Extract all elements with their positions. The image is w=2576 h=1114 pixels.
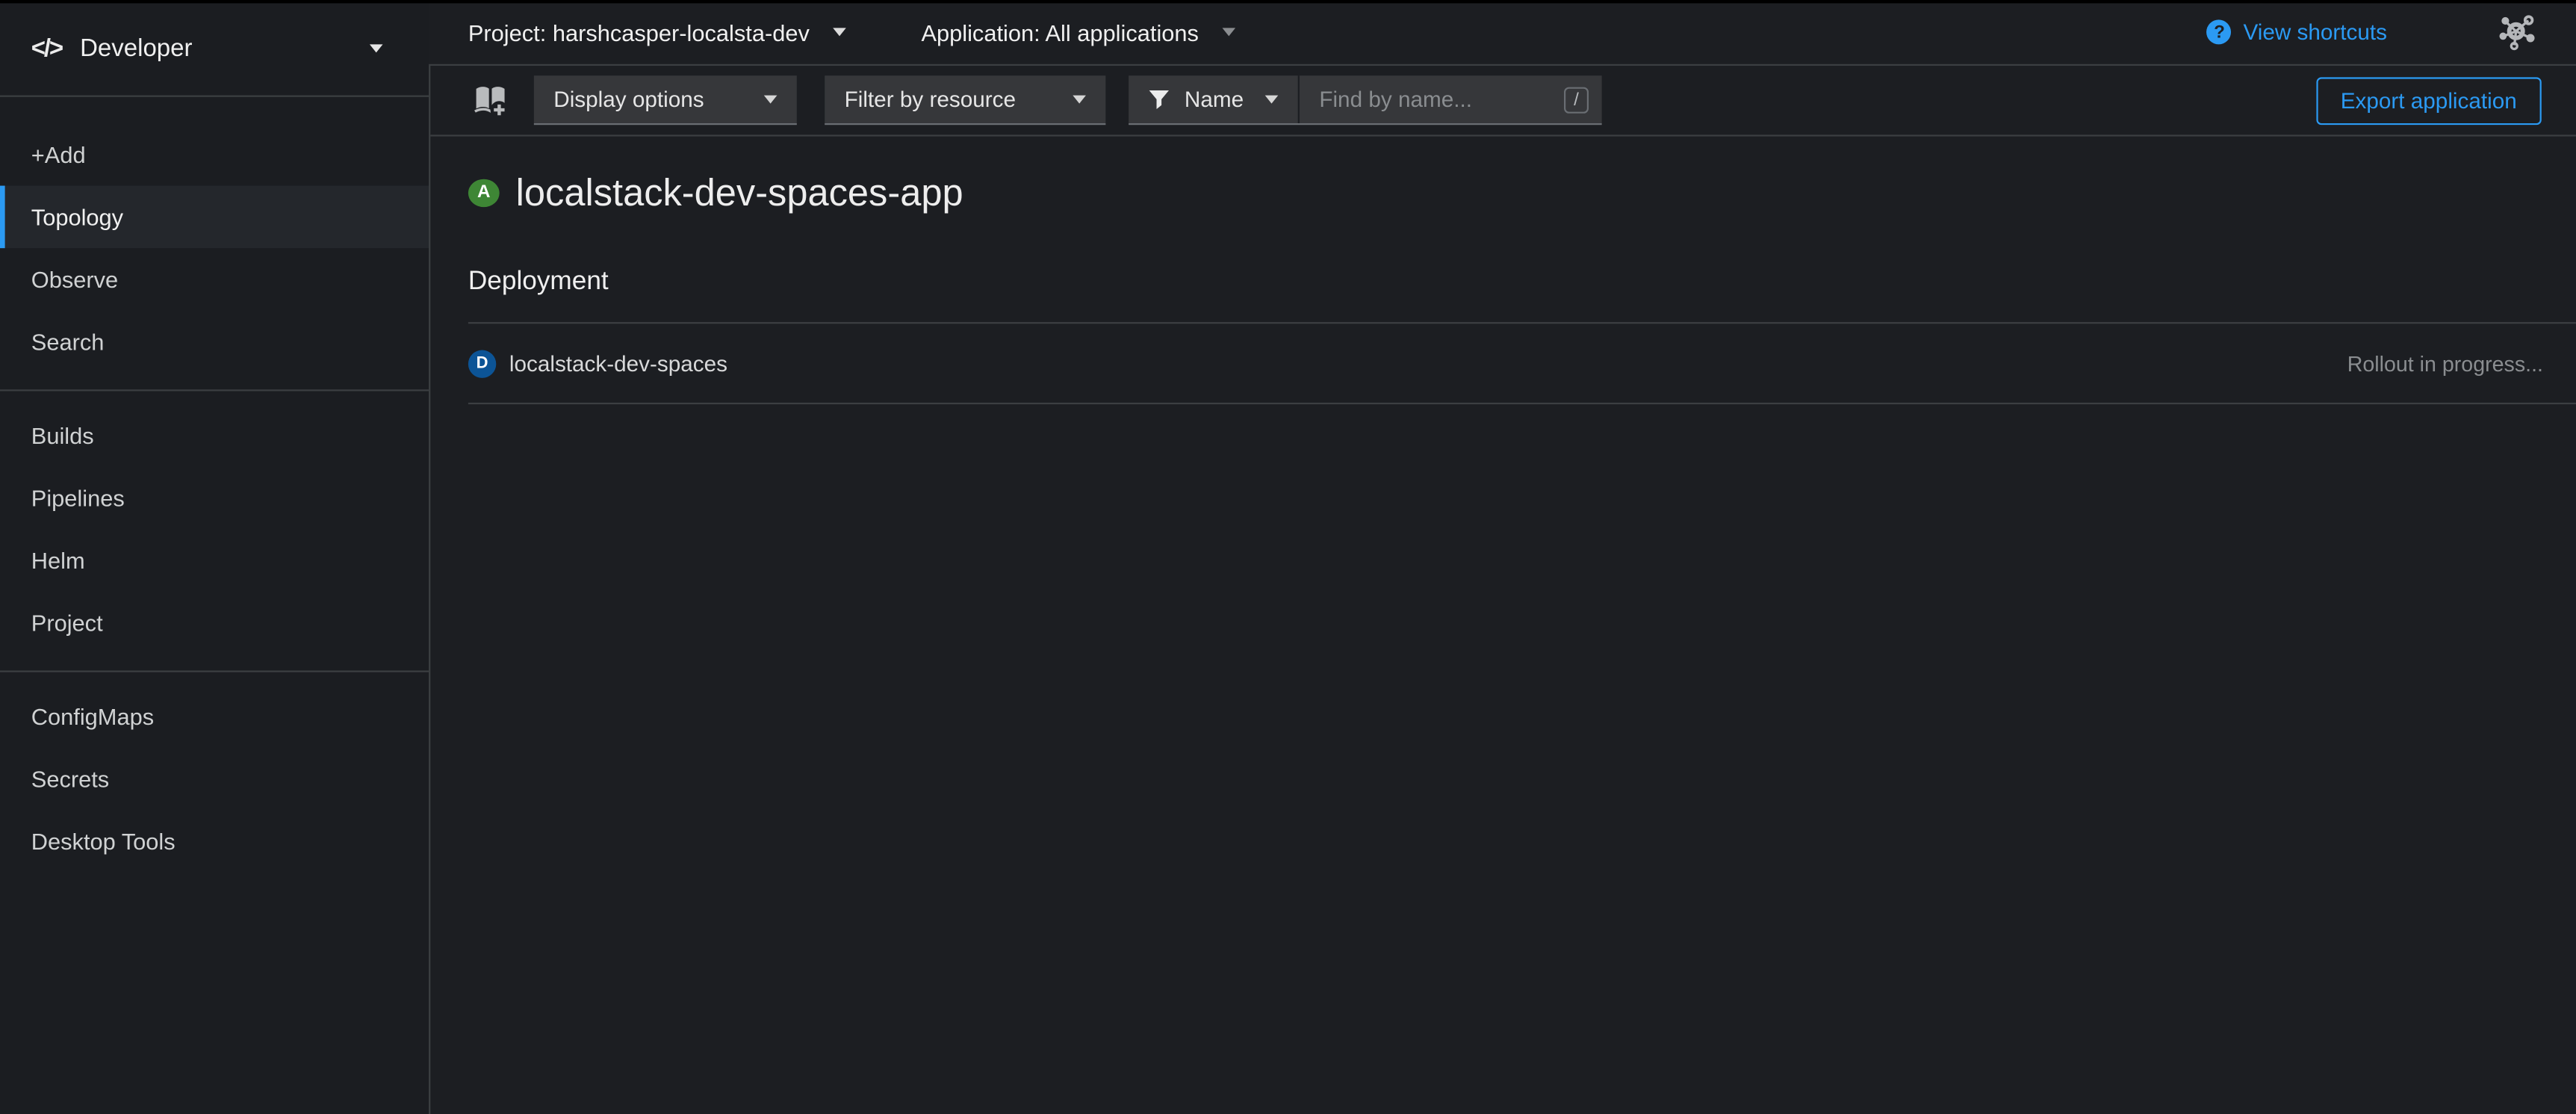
caret-down-icon (764, 96, 778, 104)
sidebar-item-configmaps[interactable]: ConfigMaps (0, 685, 429, 748)
resource-section-heading: Deployment (468, 268, 2576, 298)
sidebar: </> Developer +Add Topology Observe Sear… (0, 0, 429, 1114)
resource-status-text: Rollout in progress... (2347, 351, 2543, 376)
caret-down-icon (1265, 96, 1279, 104)
sidebar-item-desktop-tools[interactable]: Desktop Tools (0, 810, 429, 873)
table-row[interactable]: D localstack-dev-spaces Rollout in progr… (468, 322, 2576, 404)
filter-by-resource-label: Filter by resource (845, 87, 1016, 112)
caret-down-icon (1222, 28, 1235, 36)
topology-toolbar: Display options Filter by resource Name (430, 66, 2576, 137)
perspective-switcher[interactable]: </> Developer (0, 0, 429, 97)
view-shortcuts-label: View shortcuts (2243, 19, 2387, 44)
resource-name-link[interactable]: localstack-dev-spaces (509, 351, 727, 376)
application-selector[interactable]: Application: All applications (921, 19, 1235, 45)
perspective-label: Developer (80, 34, 192, 61)
find-by-name-wrapper: / (1300, 75, 1602, 123)
project-selector-label: Project: harshcasper-localsta-dev (468, 19, 810, 45)
sidebar-item-add[interactable]: +Add (0, 123, 429, 186)
nav-section-build: Builds Pipelines Helm Project (0, 392, 429, 672)
application-group-heading: A localstack-dev-spaces-app (468, 170, 2576, 216)
application-selector-label: Application: All applications (921, 19, 1198, 45)
application-group-title: localstack-dev-spaces-app (516, 170, 963, 214)
sidebar-item-helm[interactable]: Helm (0, 529, 429, 592)
project-selector[interactable]: Project: harshcasper-localsta-dev (468, 19, 845, 45)
sidebar-item-search[interactable]: Search (0, 311, 429, 374)
name-filter-dropdown[interactable]: Name (1129, 75, 1300, 123)
question-circle-icon: ? (2207, 19, 2232, 44)
nav-section-main: +Add Topology Observe Search (0, 110, 429, 391)
book-plus-icon[interactable] (471, 81, 509, 120)
sidebar-nav: +Add Topology Observe Search Builds Pipe… (0, 97, 429, 889)
topology-graph-icon[interactable] (2495, 13, 2539, 52)
chevron-down-icon (370, 43, 383, 52)
find-by-name-input[interactable] (1316, 85, 1564, 113)
filter-by-resource-dropdown[interactable]: Filter by resource (825, 75, 1105, 125)
sidebar-item-pipelines[interactable]: Pipelines (0, 467, 429, 530)
application-badge: A (468, 179, 500, 206)
caret-down-icon (1073, 96, 1086, 104)
sidebar-item-observe[interactable]: Observe (0, 248, 429, 311)
app-root: </> Developer +Add Topology Observe Sear… (0, 0, 2576, 1114)
resource-list: D localstack-dev-spaces Rollout in progr… (468, 322, 2576, 404)
view-shortcuts-link[interactable]: ? View shortcuts (2207, 19, 2387, 44)
export-application-button[interactable]: Export application (2316, 76, 2542, 124)
sidebar-item-builds[interactable]: Builds (0, 404, 429, 467)
sidebar-item-topology[interactable]: Topology (0, 186, 429, 249)
context-bar: Project: harshcasper-localsta-dev Applic… (429, 0, 2576, 66)
code-icon: </> (31, 34, 62, 61)
nav-section-config: ConfigMaps Secrets Desktop Tools (0, 672, 429, 889)
name-filter-group: Name / (1129, 75, 1602, 125)
slash-shortcut-key: / (1564, 86, 1589, 112)
filter-icon (1149, 90, 1170, 109)
sidebar-item-project[interactable]: Project (0, 592, 429, 655)
window-top-edge (0, 0, 2576, 3)
caret-down-icon (833, 28, 846, 36)
display-options-dropdown[interactable]: Display options (534, 75, 797, 125)
display-options-label: Display options (553, 87, 704, 112)
topology-list-view: A localstack-dev-spaces-app Deployment D… (430, 137, 2576, 1114)
sidebar-item-secrets[interactable]: Secrets (0, 748, 429, 811)
page-below-masthead: Display options Filter by resource Name (429, 66, 2576, 1114)
main-column: Project: harshcasper-localsta-dev Applic… (429, 0, 2576, 1114)
deployment-badge: D (468, 349, 496, 377)
name-filter-label: Name (1185, 87, 1244, 112)
